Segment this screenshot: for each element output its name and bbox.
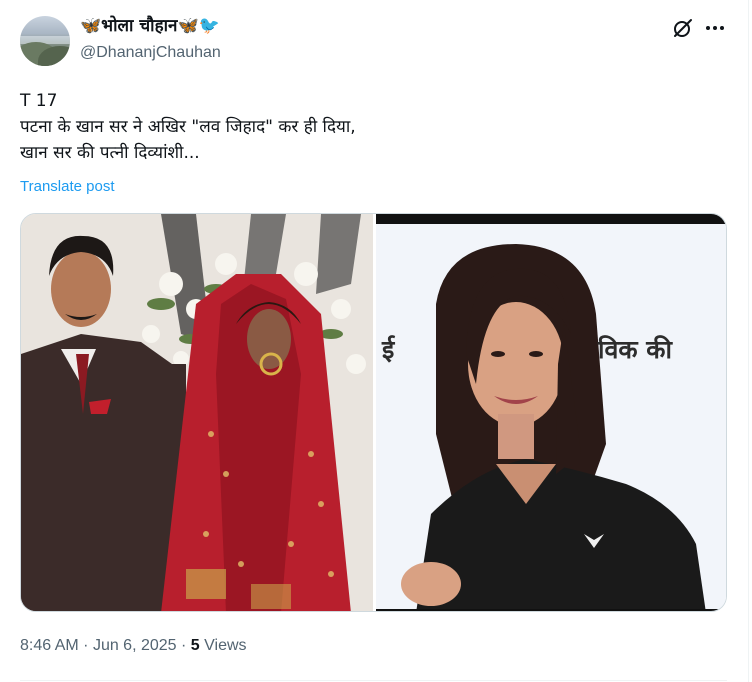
wedding-photo[interactable] (21, 214, 373, 611)
separator-dot: · (83, 637, 89, 654)
post-line: खान सर की पत्नी दिव्यांशी... (20, 143, 200, 163)
grok-icon[interactable] (672, 17, 694, 39)
views-label: Views (204, 637, 247, 654)
video-caption-right: विक की (598, 335, 672, 364)
more-icon[interactable] (704, 17, 726, 39)
user-handle[interactable]: @DhananjChauhan (80, 43, 221, 63)
wedding-photo-illustration (21, 214, 373, 611)
timeline-border (748, 0, 749, 682)
portrait-photo-illustration (376, 224, 726, 611)
butterfly-icon: 🦋 (80, 16, 102, 36)
post-line: T 17 (20, 91, 58, 111)
portrait-photo[interactable]: ई विक की (376, 214, 726, 611)
translate-post-link[interactable]: Translate post (20, 178, 115, 195)
avatar[interactable] (20, 16, 70, 66)
butterfly-icon: 🦋 (177, 16, 199, 36)
post-text: T 17 पटना के खान सर ने अखिर "लव जिहाद" क… (20, 88, 720, 166)
post-metadata: 8:46 AM · Jun 6, 2025 · 5 Views (20, 637, 247, 655)
post-time[interactable]: 8:46 AM (20, 637, 79, 654)
views-count[interactable]: 5 (191, 637, 200, 654)
post-date[interactable]: Jun 6, 2025 (93, 637, 177, 654)
separator-dot: · (181, 637, 187, 654)
post-line: पटना के खान सर ने अखिर "लव जिहाद" कर ही … (20, 117, 356, 137)
media-grid[interactable]: ई विक की (20, 213, 727, 612)
display-name-text: भोला चौहान (101, 16, 178, 36)
video-caption-left: ई (382, 335, 395, 364)
divider (20, 680, 727, 681)
tweet-card: 🦋भोला चौहान🦋🐦 @DhananjChauhan T 17 पटना … (0, 0, 752, 682)
bird-icon: 🐦 (198, 16, 220, 36)
display-name[interactable]: 🦋भोला चौहान🦋🐦 (80, 15, 220, 37)
